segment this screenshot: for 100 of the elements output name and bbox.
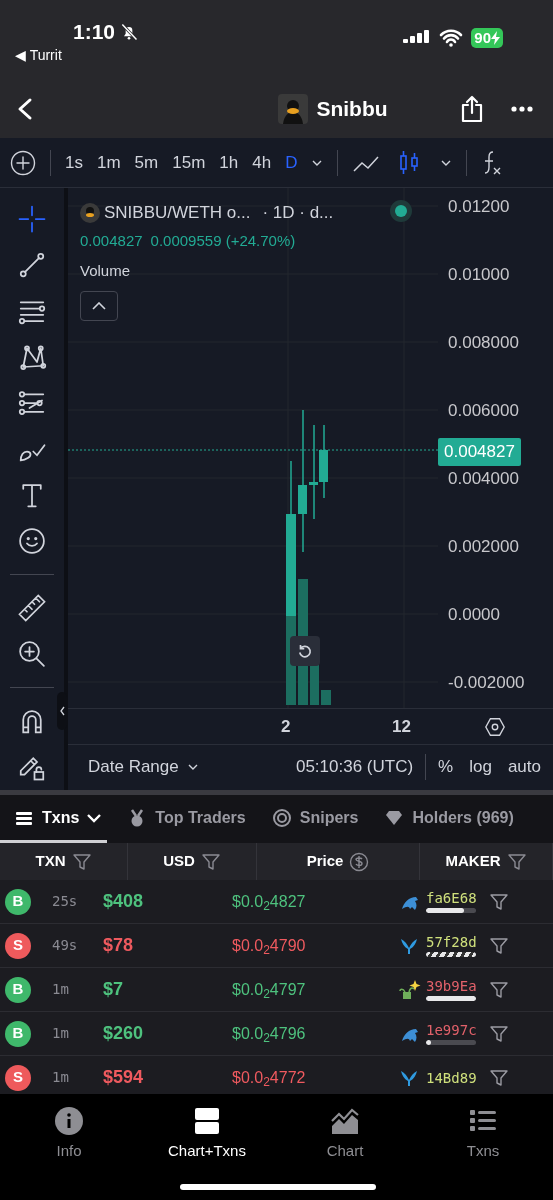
column-header: Price — [306, 851, 344, 872]
area-chart-icon — [330, 1106, 360, 1136]
filter-icon[interactable] — [488, 979, 509, 1000]
token-title: Snibbu — [316, 96, 388, 123]
collapse-button[interactable] — [80, 290, 118, 321]
maker-address[interactable]: fa6E68 — [426, 890, 477, 906]
chevron-up-icon — [92, 301, 106, 310]
caret-icon[interactable] — [311, 158, 324, 167]
interval-tab[interactable]: 1m — [96, 149, 121, 176]
usd-cell-text: $594 — [103, 1066, 145, 1089]
collapse-handle[interactable] — [57, 692, 67, 730]
price-axis-label: 0.01200 — [448, 197, 510, 216]
side-badge: B — [5, 888, 31, 915]
interval-label: · 1D · d... — [262, 202, 334, 224]
symbol-label: SNIBBU/WETH o... — [104, 202, 251, 224]
reset-button[interactable] — [290, 636, 320, 666]
scale-option[interactable]: auto — [507, 754, 541, 780]
filter-icon[interactable] — [506, 851, 527, 872]
wifi-icon — [439, 29, 464, 47]
scale-option[interactable]: % — [438, 754, 454, 780]
reset-icon — [296, 642, 314, 660]
split-view-icon — [192, 1106, 222, 1136]
time-axis-label: 2 — [281, 715, 291, 738]
filter-icon[interactable] — [488, 935, 509, 956]
ruler-icon[interactable] — [17, 593, 47, 623]
volume-label: Volume — [80, 261, 132, 281]
maker-address[interactable]: 39b9Ea — [426, 978, 477, 994]
maker-address[interactable]: 1e997c — [426, 1022, 477, 1038]
interval-tab[interactable]: 1s — [65, 149, 83, 176]
holders-tab[interactable]: Holders (969) — [378, 795, 520, 843]
column-header: MAKER — [445, 851, 501, 872]
price-cell-text: $0.0$_{2}$4772 — [232, 1067, 307, 1090]
settings-icon[interactable] — [484, 715, 506, 738]
filter-icon[interactable] — [488, 1023, 509, 1044]
age-cell-text: 1m — [51, 980, 70, 999]
more-icon[interactable] — [511, 106, 533, 112]
nav-tab[interactable]: Chart — [276, 1106, 414, 1200]
nav-tab[interactable]: Txns — [414, 1106, 552, 1200]
share-icon[interactable] — [461, 95, 483, 123]
price-axis-label: 0.01000 — [448, 265, 510, 284]
price-axis-label: 0.004000 — [448, 469, 519, 488]
zoom-in-icon[interactable] — [17, 639, 47, 669]
clock-time: 1:10 — [73, 20, 116, 44]
column-header: TXN — [35, 851, 66, 872]
currency-toggle-icon[interactable] — [349, 851, 370, 872]
price-axis-label: 0.002000 — [448, 537, 519, 556]
interval-tab[interactable]: 5m — [134, 149, 159, 176]
token-avatar — [80, 202, 100, 223]
price-cell-text: $0.0$_{2}$4796 — [232, 1023, 307, 1046]
side-badge: S — [5, 932, 31, 959]
side-badge: B — [5, 1020, 31, 1047]
age-cell-text: 1m — [51, 1068, 70, 1087]
trend-line-icon[interactable] — [17, 250, 47, 280]
usd-cell-text: $7 — [103, 978, 125, 1001]
time-axis-label: 12 — [392, 715, 411, 738]
crosshair-icon[interactable] — [17, 204, 47, 234]
maker-address[interactable]: 57f28d — [426, 934, 477, 950]
chevron-down-icon — [87, 812, 102, 823]
price-axis-label: 0.0000 — [448, 605, 500, 624]
usd-cell-text: $260 — [103, 1022, 145, 1045]
snipers-tab[interactable]: Snipers — [265, 795, 365, 843]
muted-bell-icon — [119, 22, 140, 42]
filter-icon[interactable] — [71, 851, 92, 872]
side-badge: B — [5, 976, 31, 1003]
last-price: 0.004827 — [80, 230, 143, 251]
pattern-icon[interactable] — [17, 342, 47, 372]
interval-tab[interactable]: 1h — [219, 149, 239, 176]
price-cell-text: $0.0$_{2}$4797 — [232, 979, 307, 1002]
age-cell-text: 25s — [51, 892, 79, 911]
usd-cell-text: $78 — [103, 934, 135, 957]
signal-icon — [403, 30, 432, 46]
top-traders-tab[interactable]: Top Traders — [121, 795, 252, 843]
nav-tab[interactable]: Chart+Txns — [138, 1106, 276, 1200]
price-cell-text: $0.0$_{2}$4827 — [232, 891, 307, 914]
emoji-icon[interactable] — [17, 526, 47, 556]
interval-tab[interactable]: 4h — [252, 149, 272, 176]
price-axis-label: -0.002000 — [448, 673, 525, 692]
date-range-button[interactable]: Date Range — [88, 754, 199, 780]
filter-icon[interactable] — [488, 1067, 509, 1088]
side-badge: S — [5, 1064, 31, 1091]
filter-icon[interactable] — [200, 851, 221, 872]
price-tag: 0.004827 — [438, 438, 521, 466]
price-change: 0.0009559 (+24.70%) — [150, 230, 296, 251]
age-cell-text: 49s — [51, 936, 79, 955]
back-to-app-link[interactable]: ◀ Turrit — [15, 46, 140, 64]
filter-icon[interactable] — [488, 891, 509, 912]
add-indicator-icon[interactable] — [10, 149, 36, 176]
maker-address[interactable]: 14Bd89 — [426, 1069, 477, 1086]
target-icon — [271, 807, 292, 828]
scale-option[interactable]: log — [469, 754, 492, 780]
interval-tab[interactable]: 15m — [172, 149, 206, 176]
status-indicator[interactable] — [390, 200, 412, 222]
price-axis-label: 0.006000 — [448, 401, 519, 420]
price-axis-label: 0.008000 — [448, 333, 519, 352]
caret-icon[interactable] — [440, 158, 453, 167]
nav-tab[interactable]: Info — [0, 1106, 138, 1200]
utc-time: 05:10:36 (UTC) — [295, 756, 414, 779]
interval-tab[interactable]: D — [285, 149, 298, 176]
fibonacci-icon[interactable] — [17, 388, 47, 418]
info-icon — [54, 1106, 84, 1136]
